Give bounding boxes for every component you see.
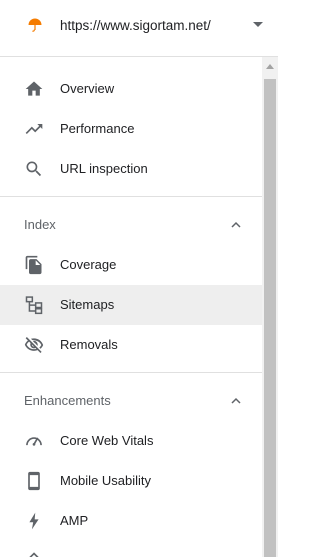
sidebar-item-removals[interactable]: Removals (0, 325, 262, 365)
section-title: Enhancements (24, 393, 111, 408)
scroll-up-arrow-icon[interactable] (266, 64, 274, 69)
chevron-up-icon (231, 221, 241, 228)
lightning-icon (29, 512, 39, 530)
section-header-enhancements[interactable]: Enhancements (0, 381, 262, 421)
sidebar-item-label: Removals (60, 337, 118, 352)
scrollbar[interactable] (262, 57, 278, 557)
scroll-thumb[interactable] (264, 79, 276, 557)
diamond-icon (29, 552, 39, 557)
sidebar-item-performance[interactable]: Performance (0, 109, 262, 149)
divider (0, 372, 262, 373)
sidebar-item-overview[interactable]: Overview (0, 69, 262, 109)
caret-down-icon[interactable] (253, 22, 263, 27)
sidebar-item-label: Performance (60, 121, 135, 136)
sidebar-item-label: Mobile Usability (60, 473, 152, 488)
sidebar-item-partial[interactable] (0, 541, 262, 557)
smartphone-icon (28, 471, 40, 491)
file-copy-icon (25, 255, 42, 275)
sidebar-item-label: Sitemaps (60, 297, 115, 312)
divider (0, 196, 262, 197)
chevron-up-icon (231, 397, 241, 404)
sidebar-item-label: URL inspection (60, 161, 148, 176)
search-console-sidebar: https://www.sigortam.net/ Overview Perfo… (0, 0, 278, 557)
section-title: Index (24, 217, 56, 232)
property-selector[interactable]: https://www.sigortam.net/ (0, 0, 278, 57)
property-url: https://www.sigortam.net/ (60, 18, 211, 33)
home-icon (25, 81, 43, 96)
speedometer-icon (26, 437, 42, 446)
sidebar-item-label: AMP (60, 513, 89, 528)
umbrella-icon (28, 18, 42, 32)
sidebar-item-label: Coverage (60, 257, 117, 272)
sitemap-icon (25, 296, 43, 315)
sidebar-item-amp[interactable]: AMP (0, 501, 262, 541)
sidebar-item-url-inspection[interactable]: URL inspection (0, 149, 262, 189)
sidebar-item-coverage[interactable]: Coverage (0, 245, 262, 285)
eye-off-icon (24, 337, 44, 353)
sidebar-item-sitemaps[interactable]: Sitemaps (0, 285, 262, 325)
sidebar-item-mobile-usability[interactable]: Mobile Usability (0, 461, 262, 501)
sidebar-item-core-web-vitals[interactable]: Core Web Vitals (0, 421, 262, 461)
sidebar-item-label: Core Web Vitals (60, 433, 154, 448)
section-header-index[interactable]: Index (0, 205, 262, 245)
search-icon (26, 161, 42, 177)
sidebar-nav: Overview Performance URL inspection Inde… (0, 57, 262, 557)
trending-up-icon (25, 124, 43, 134)
sidebar-item-label: Overview (60, 81, 115, 96)
